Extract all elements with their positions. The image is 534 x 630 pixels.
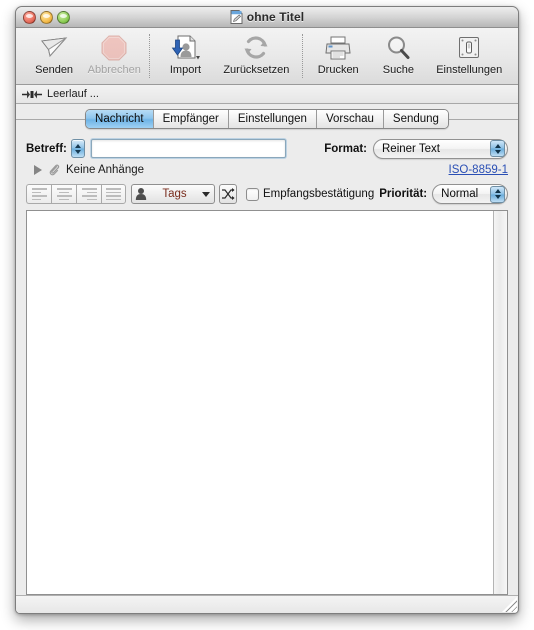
- format-dropdown[interactable]: Reiner Text: [373, 138, 508, 159]
- align-center-button[interactable]: [51, 184, 76, 204]
- person-icon: [135, 188, 147, 200]
- tab-nachricht-label: Nachricht: [95, 113, 144, 125]
- header-fields: Betreff: Format: Reiner Text Keine Anhän…: [16, 134, 518, 179]
- alignment-button-group: [26, 184, 126, 204]
- tags-dropdown-button[interactable]: Tags: [131, 184, 215, 204]
- shuffle-button[interactable]: [219, 184, 237, 204]
- attachments-row: Keine Anhänge ISO-8859-1: [26, 160, 508, 179]
- tab-empfaenger[interactable]: Empfänger: [153, 110, 229, 128]
- status-text: Leerlauf ...: [47, 88, 99, 100]
- toolbar-separator-1: [149, 34, 151, 78]
- align-right-icon: [81, 188, 97, 200]
- toolbar-label-senden: Senden: [35, 64, 74, 76]
- tab-vorschau-label: Vorschau: [325, 113, 374, 125]
- window-title: ohne Titel: [246, 10, 305, 24]
- close-button[interactable]: [23, 11, 36, 24]
- paperclip-icon: [49, 164, 60, 175]
- tab-empfaenger-label: Empfänger: [162, 113, 219, 125]
- window-title-group: ohne Titel: [230, 10, 304, 24]
- tab-sendung-label: Sendung: [392, 113, 439, 125]
- subject-input[interactable]: [90, 139, 287, 158]
- toolbar-label-suche: Suche: [382, 64, 414, 76]
- shuffle-arrows-icon: [221, 188, 235, 200]
- printer-icon: [323, 33, 353, 63]
- main-toolbar: Senden Abbrechen Import Zurücksetzen Dru…: [16, 28, 518, 85]
- priority-value: Normal: [441, 188, 479, 200]
- attachments-disclosure-triangle[interactable]: [34, 164, 42, 175]
- toolbar-button-suche[interactable]: Suche: [368, 31, 428, 76]
- compose-window: ohne Titel Senden Abbrechen Import Zurüc…: [15, 6, 519, 614]
- stop-octagon-icon: [100, 33, 128, 63]
- message-editor-area: [26, 210, 508, 595]
- status-strip: Leerlauf ...: [16, 85, 518, 104]
- zoom-button[interactable]: [57, 11, 70, 24]
- priority-label: Priorität:: [379, 188, 428, 200]
- toolbar-separator-2: [302, 34, 304, 78]
- toolbar-label-drucken: Drucken: [317, 64, 359, 76]
- format-label: Format:: [324, 142, 367, 155]
- encoding-link[interactable]: ISO-8859-1: [449, 164, 508, 176]
- import-contact-icon: [170, 33, 201, 63]
- tags-label: Tags: [162, 188, 187, 200]
- chevron-down-icon: [202, 191, 210, 197]
- minimize-button[interactable]: [40, 11, 53, 24]
- resize-grip[interactable]: [502, 597, 517, 612]
- align-left-icon: [31, 188, 47, 200]
- toolbar-label-zuruecksetzen: Zurücksetzen: [223, 64, 290, 76]
- connection-icon: [22, 90, 42, 98]
- toolbar-label-import: Import: [169, 64, 202, 76]
- compose-body: Nachricht Empfänger Einstellungen Vorsch…: [16, 104, 518, 613]
- toolbar-button-import[interactable]: Import: [155, 31, 215, 76]
- align-center-icon: [56, 188, 72, 200]
- toolbar-label-abbrechen: Abbrechen: [87, 64, 141, 76]
- paper-plane-icon: [39, 33, 69, 63]
- tab-vorschau[interactable]: Vorschau: [316, 110, 384, 128]
- magnifier-icon: [384, 33, 412, 63]
- format-toolbar: Tags Empfangsbestätigung Priorität: Norm…: [26, 182, 508, 206]
- toolbar-button-drucken[interactable]: Drucken: [308, 31, 368, 76]
- document-pencil-icon: [230, 10, 243, 24]
- align-justify-icon: [106, 188, 121, 200]
- message-body-input[interactable]: [27, 211, 493, 594]
- priority-dropdown[interactable]: Normal: [432, 184, 508, 204]
- toolbar-button-zuruecksetzen[interactable]: Zurücksetzen: [216, 31, 298, 76]
- window-bottom-bar: [16, 595, 518, 613]
- subject-row: Betreff: Format: Reiner Text: [26, 137, 508, 160]
- receipt-checkbox[interactable]: [245, 187, 259, 201]
- tab-einstellungen[interactable]: Einstellungen: [228, 110, 317, 128]
- toolbar-button-abbrechen[interactable]: Abbrechen: [84, 31, 144, 76]
- switch-plate-icon: [455, 33, 483, 63]
- tab-group: Nachricht Empfänger Einstellungen Vorsch…: [85, 109, 449, 129]
- tab-nachricht[interactable]: Nachricht: [86, 110, 154, 128]
- toolbar-label-einstellungen: Einstellungen: [436, 64, 503, 76]
- subject-label: Betreff:: [26, 142, 67, 155]
- format-stepper-icon: [490, 140, 505, 157]
- tab-sendung[interactable]: Sendung: [383, 110, 448, 128]
- toolbar-button-einstellungen[interactable]: Einstellungen: [428, 31, 510, 76]
- receipt-label: Empfangsbestätigung: [262, 188, 375, 200]
- subject-history-stepper[interactable]: [70, 139, 85, 158]
- toolbar-button-senden[interactable]: Senden: [24, 31, 84, 76]
- tab-einstellungen-label: Einstellungen: [237, 113, 307, 125]
- window-controls: [23, 11, 70, 24]
- tab-bar: Nachricht Empfänger Einstellungen Vorsch…: [16, 104, 518, 134]
- priority-stepper-icon: [490, 185, 505, 203]
- refresh-arrows-icon: [241, 33, 271, 63]
- align-left-button[interactable]: [26, 184, 51, 204]
- window-titlebar[interactable]: ohne Titel: [16, 7, 518, 28]
- align-right-button[interactable]: [76, 184, 101, 204]
- align-justify-button[interactable]: [101, 184, 126, 204]
- attachments-text: Keine Anhänge: [66, 163, 145, 176]
- format-value: Reiner Text: [382, 142, 440, 155]
- editor-vertical-scrollbar[interactable]: [493, 211, 507, 594]
